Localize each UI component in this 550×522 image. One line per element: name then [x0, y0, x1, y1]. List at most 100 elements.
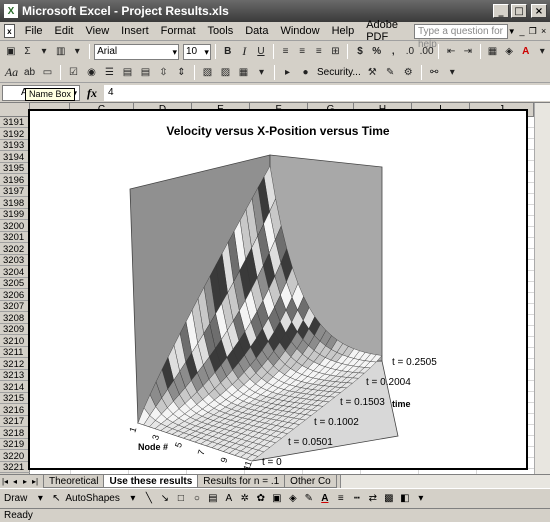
- font-color-icon[interactable]: A: [318, 492, 332, 506]
- option-button-icon[interactable]: ◉: [83, 64, 100, 81]
- font-name-select[interactable]: Arial: [94, 43, 179, 60]
- dropdown-icon[interactable]: ▾: [444, 64, 461, 81]
- row-header[interactable]: 3206: [0, 290, 30, 301]
- font-color-icon[interactable]: A: [518, 43, 534, 60]
- menu-file[interactable]: File: [19, 25, 49, 37]
- workbook-restore-icon[interactable]: ❐: [528, 25, 537, 37]
- dropdown-icon[interactable]: ▾: [253, 64, 270, 81]
- font-size-select[interactable]: 10: [182, 43, 211, 60]
- percent-button[interactable]: %: [369, 43, 385, 60]
- dash-style-icon[interactable]: ┅: [350, 492, 364, 506]
- visual-basic-icon[interactable]: ⚒: [364, 64, 381, 81]
- embedded-chart[interactable]: Velocity versus X-Position versus Time 1…: [28, 109, 528, 470]
- maximize-button[interactable]: □: [511, 4, 527, 18]
- run-macro-icon[interactable]: ▸: [279, 64, 296, 81]
- 3d-style-icon[interactable]: ◧: [398, 492, 412, 506]
- align-left-icon[interactable]: ≡: [278, 43, 294, 60]
- close-button[interactable]: ×: [531, 4, 547, 18]
- sheet-tab-theoretical[interactable]: Theoretical: [43, 475, 105, 488]
- checkbox-icon[interactable]: ☑: [65, 64, 82, 81]
- oval-icon[interactable]: ○: [190, 492, 204, 506]
- row-header[interactable]: 3211: [0, 347, 30, 358]
- row-header[interactable]: 3201: [0, 232, 30, 243]
- row-header[interactable]: 3215: [0, 393, 30, 404]
- chart-wizard-icon[interactable]: ▥: [53, 43, 69, 60]
- select-objects-icon[interactable]: ↖: [49, 492, 63, 506]
- list-box-icon[interactable]: ☰: [101, 64, 118, 81]
- combo-list-icon[interactable]: ▤: [137, 64, 154, 81]
- arrow-icon[interactable]: ↘: [158, 492, 172, 506]
- arrow-style-icon[interactable]: ⇄: [366, 492, 380, 506]
- row-header[interactable]: 3221: [0, 462, 30, 473]
- sheet-tab-other[interactable]: Other Co: [284, 475, 337, 488]
- dropdown-icon[interactable]: ▾: [535, 43, 550, 60]
- chevron-down-icon[interactable]: ▾: [33, 492, 47, 506]
- edit-code-icon[interactable]: ▨: [217, 64, 234, 81]
- first-sheet-icon[interactable]: |◂: [0, 477, 10, 486]
- menu-help[interactable]: Help: [326, 25, 361, 37]
- save-icon[interactable]: ▣: [3, 43, 19, 60]
- menu-insert[interactable]: Insert: [115, 25, 155, 37]
- increase-indent-icon[interactable]: ⇥: [460, 43, 476, 60]
- row-header[interactable]: 3199: [0, 209, 30, 220]
- help-question-input[interactable]: Type a question for help: [413, 23, 508, 50]
- row-header[interactable]: 3214: [0, 382, 30, 393]
- design-mode-icon[interactable]: ⚙: [400, 64, 417, 81]
- prev-sheet-icon[interactable]: ◂: [10, 477, 20, 486]
- formula-input[interactable]: 4: [104, 85, 550, 101]
- next-sheet-icon[interactable]: ▸: [20, 477, 30, 486]
- sheet-tab-results-n[interactable]: Results for n = .1: [197, 475, 286, 488]
- underline-button[interactable]: U: [253, 43, 269, 60]
- row-header[interactable]: 3198: [0, 198, 30, 209]
- textbox-icon[interactable]: ▤: [206, 492, 220, 506]
- toggle-grid-icon[interactable]: ▦: [235, 64, 252, 81]
- combo-box-icon[interactable]: ▤: [119, 64, 136, 81]
- workbook-close-icon[interactable]: ×: [539, 25, 548, 37]
- dropdown-icon[interactable]: ▾: [70, 43, 86, 60]
- decrease-indent-icon[interactable]: ⇤: [443, 43, 459, 60]
- row-header[interactable]: 3203: [0, 255, 30, 266]
- row-header[interactable]: 3207: [0, 301, 30, 312]
- dropdown-icon[interactable]: ▾: [36, 43, 52, 60]
- row-header[interactable]: 3194: [0, 152, 30, 163]
- picture-icon[interactable]: ▣: [270, 492, 284, 506]
- wordart-icon[interactable]: A: [222, 492, 236, 506]
- row-header[interactable]: 3193: [0, 140, 30, 151]
- bold-button[interactable]: B: [220, 43, 236, 60]
- autosum-icon[interactable]: Σ: [20, 43, 36, 60]
- row-header[interactable]: 3202: [0, 244, 30, 255]
- row-header[interactable]: 3195: [0, 163, 30, 174]
- line-style-icon[interactable]: ≡: [334, 492, 348, 506]
- merge-center-icon[interactable]: ⊞: [328, 43, 344, 60]
- clipart-icon[interactable]: ✿: [254, 492, 268, 506]
- row-header[interactable]: 3212: [0, 359, 30, 370]
- diagram-icon[interactable]: ✲: [238, 492, 252, 506]
- decrease-decimal-icon[interactable]: .00: [419, 43, 435, 60]
- label-icon[interactable]: ▭: [39, 64, 56, 81]
- vertical-scrollbar[interactable]: [534, 103, 550, 474]
- row-header[interactable]: 3208: [0, 313, 30, 324]
- currency-button[interactable]: $: [352, 43, 368, 60]
- menu-view[interactable]: View: [80, 25, 116, 37]
- chain-icon[interactable]: ⚯: [426, 64, 443, 81]
- autoshapes-menu[interactable]: AutoShapes: [65, 493, 124, 504]
- increase-decimal-icon[interactable]: .0: [402, 43, 418, 60]
- control-properties-icon[interactable]: ▧: [199, 64, 216, 81]
- row-header[interactable]: 3216: [0, 405, 30, 416]
- menu-adobe-pdf[interactable]: Adobe PDF: [360, 19, 414, 43]
- draw-menu[interactable]: Draw: [4, 493, 31, 504]
- row-header[interactable]: 3220: [0, 451, 30, 462]
- align-right-icon[interactable]: ≡: [311, 43, 327, 60]
- spinner-icon[interactable]: ⇕: [173, 64, 190, 81]
- fill-color-icon[interactable]: ◈: [501, 43, 517, 60]
- worksheet-grid[interactable]: C D E F G H I J 319131923193319431953196…: [0, 103, 550, 474]
- row-header[interactable]: 3213: [0, 370, 30, 381]
- record-macro-icon[interactable]: ●: [297, 64, 314, 81]
- menu-edit[interactable]: Edit: [49, 25, 80, 37]
- rectangle-icon[interactable]: □: [174, 492, 188, 506]
- scroll-bar-icon[interactable]: ⇳: [155, 64, 172, 81]
- insert-function-icon[interactable]: fx: [80, 86, 104, 101]
- chevron-down-icon[interactable]: ▾: [414, 492, 428, 506]
- row-header[interactable]: 3197: [0, 186, 30, 197]
- workbook-icon[interactable]: x: [4, 24, 15, 38]
